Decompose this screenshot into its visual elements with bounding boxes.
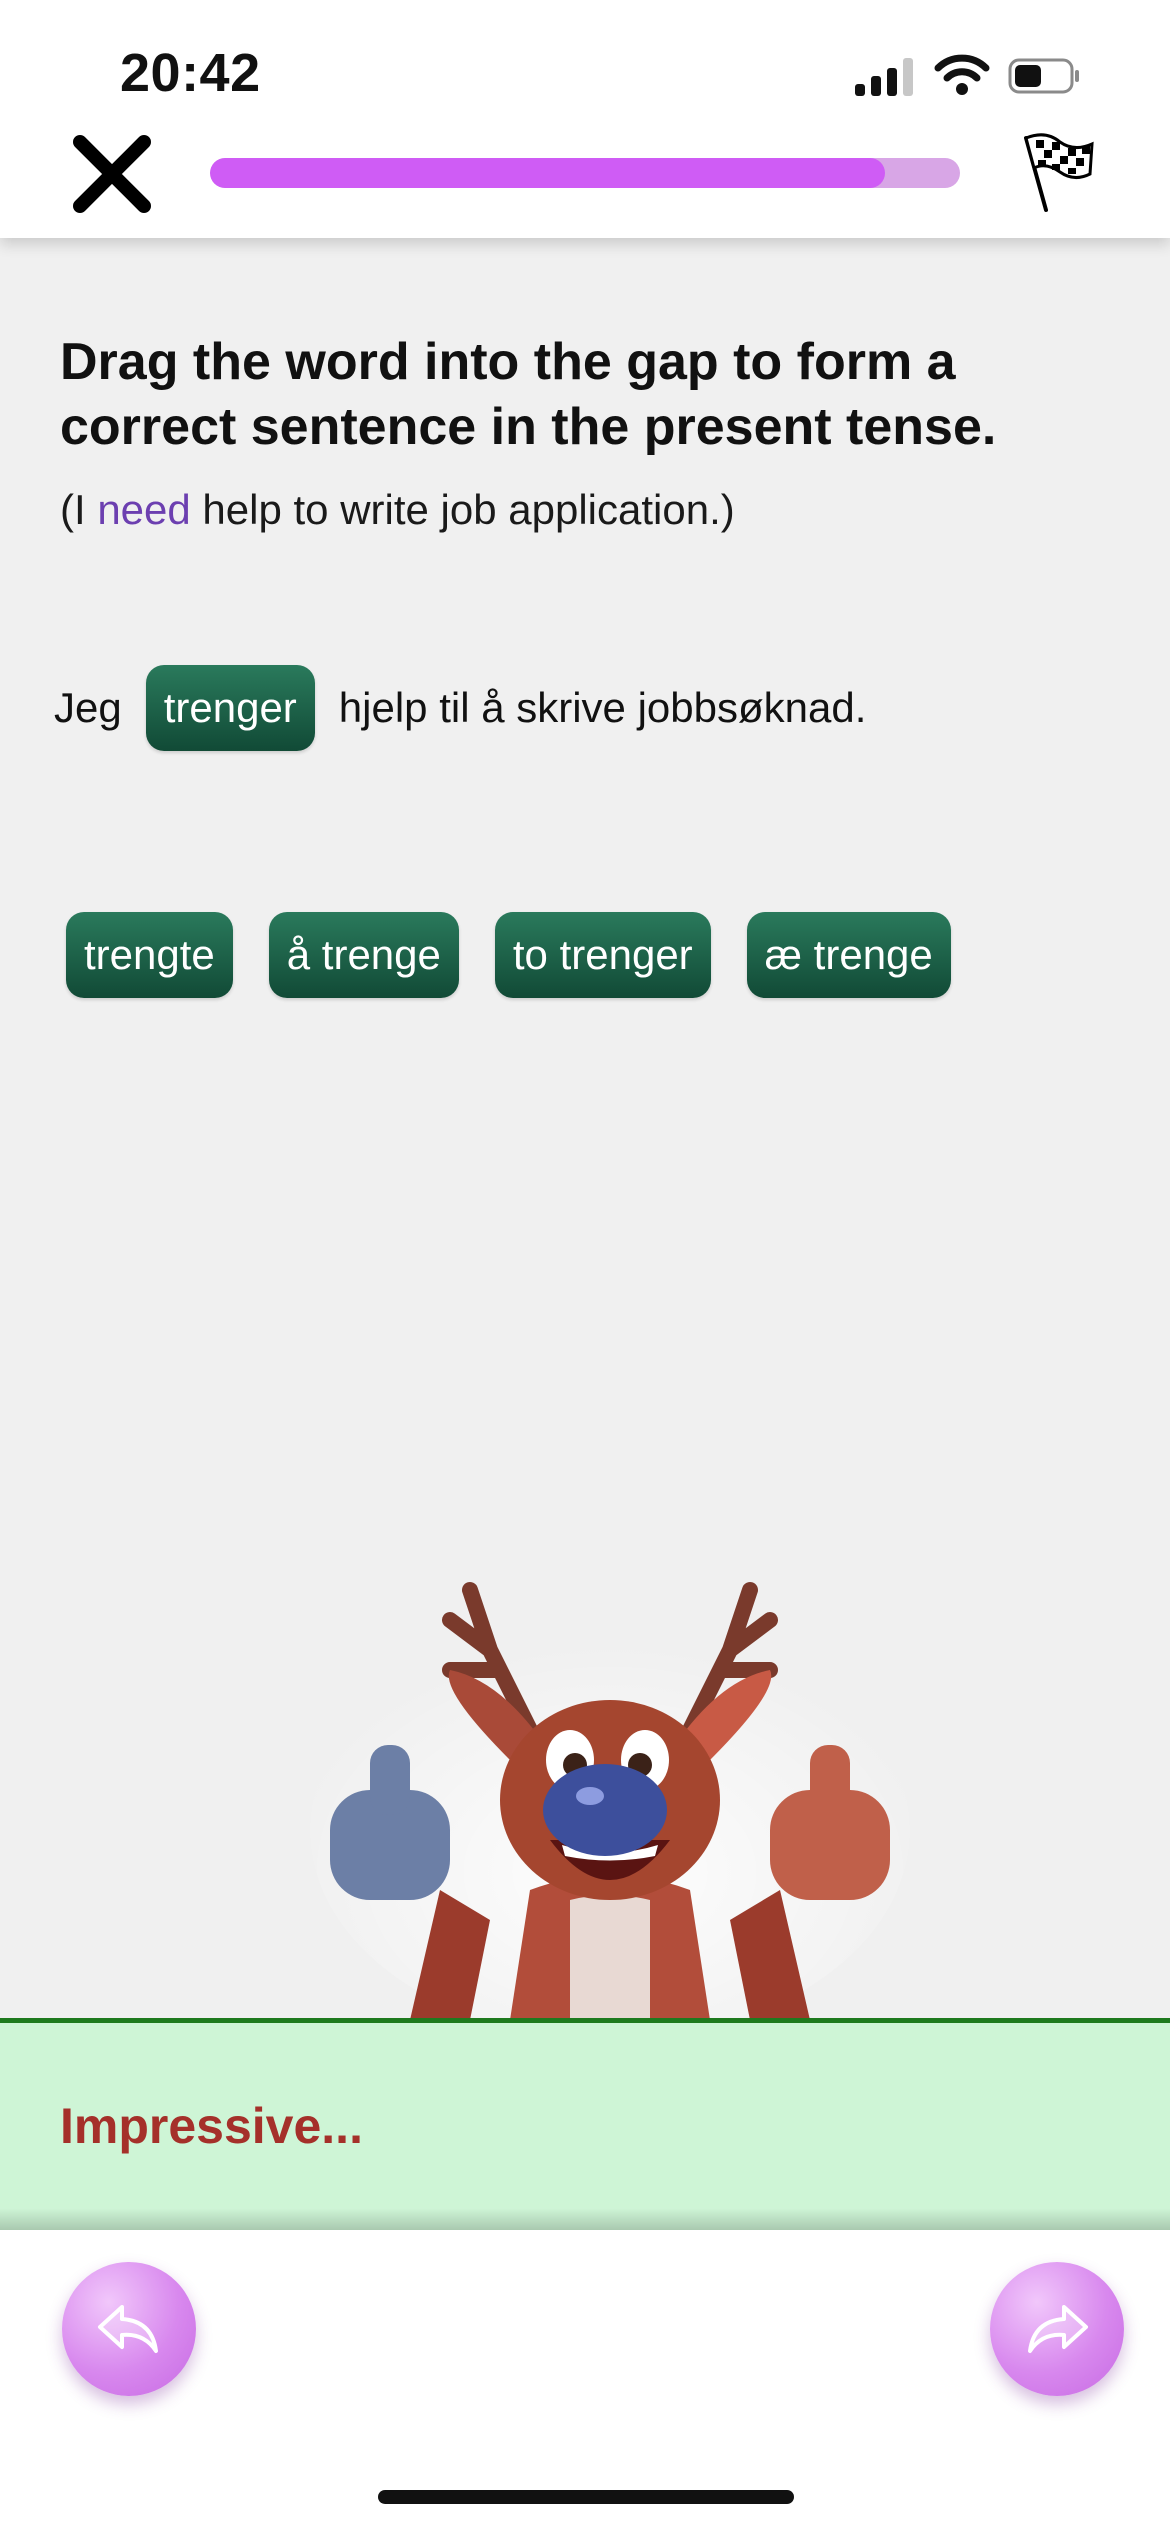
word-option-chip[interactable]: æ trenge [746, 912, 951, 998]
undo-arrow-icon [98, 2305, 158, 2353]
status-time: 20:42 [120, 43, 261, 103]
translation-hint: (I need help to write job application.) [60, 486, 735, 534]
exercise-instruction: Drag the word into the gap to form a cor… [60, 333, 997, 456]
redo-arrow-icon [1028, 2305, 1088, 2353]
close-icon[interactable] [70, 132, 154, 216]
top-bar: 20:42 [0, 0, 1170, 238]
progress-bar [210, 158, 960, 188]
cellular-signal-icon [855, 58, 915, 96]
previous-button[interactable] [62, 2262, 196, 2396]
translation-suffix: help to write job application.) [190, 486, 735, 533]
bottom-bar [0, 2230, 1170, 2532]
next-button[interactable] [990, 2262, 1124, 2396]
filled-gap-chip[interactable]: trenger [145, 665, 315, 751]
battery-icon [1008, 58, 1079, 94]
word-option-chip[interactable]: å trenge [268, 912, 459, 998]
word-option-chip[interactable]: to trenger [494, 912, 711, 998]
home-indicator [378, 2490, 794, 2504]
reindeer-mascot-illustration [310, 1582, 910, 2020]
translation-prefix: (I [60, 486, 98, 533]
feedback-banner: Impressive... [0, 2018, 1170, 2230]
word-option-chip[interactable]: trengte [66, 912, 233, 998]
word-options: trengte å trenge to trenger æ trenge [66, 912, 951, 998]
translation-highlight: need [97, 486, 191, 533]
sentence-after: hjelp til å skrive jobbsøknad. [338, 684, 867, 731]
wifi-icon [934, 54, 990, 95]
feedback-message: Impressive... [60, 2098, 363, 2154]
sentence: Jeg trenger hjelp til å skrive jobbsøkna… [54, 664, 866, 752]
sentence-before: Jeg [54, 684, 122, 731]
checkered-flag-icon[interactable] [1016, 132, 1098, 214]
progress-fill [210, 158, 885, 188]
